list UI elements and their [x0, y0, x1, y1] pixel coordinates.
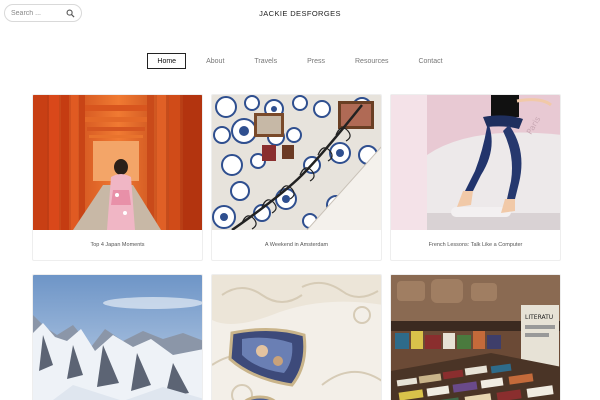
post-card[interactable]: A Weekend in Amsterdam [211, 94, 382, 261]
post-title[interactable]: A Weekend in Amsterdam [212, 230, 381, 260]
nav-item-travels[interactable]: Travels [244, 53, 287, 69]
post-card[interactable]: LITERATU [390, 274, 561, 400]
post-card[interactable]: Top 4 Japan Moments [32, 94, 203, 261]
post-card[interactable] [211, 274, 382, 400]
post-card[interactable]: Paris French Lessons: Talk Like a Comput… [390, 94, 561, 261]
nav-item-home[interactable]: Home [147, 53, 187, 69]
bookstall-books-photo[interactable]: LITERATU [391, 275, 561, 400]
nav-item-about[interactable]: About [196, 53, 234, 69]
ornate-ceiling-painting-photo[interactable] [212, 275, 382, 400]
svg-text:LITERATU: LITERATU [525, 314, 553, 321]
post-title[interactable]: Top 4 Japan Moments [33, 230, 202, 260]
nav-item-resources[interactable]: Resources [345, 53, 398, 69]
nav-item-press[interactable]: Press [297, 53, 335, 69]
site-title[interactable]: JACKIE DESFORGES [0, 9, 600, 18]
torii-gates-kimono-photo[interactable] [33, 95, 203, 230]
post-title[interactable]: French Lessons: Talk Like a Computer [391, 230, 560, 260]
main-nav: Home About Travels Press Resources Conta… [0, 53, 600, 69]
snowy-mountains-photo[interactable] [33, 275, 203, 400]
decorative-plates-staircase-photo[interactable] [212, 95, 382, 230]
jumping-woman-jeans-photo[interactable]: Paris [391, 95, 561, 230]
post-card[interactable] [32, 274, 203, 400]
nav-item-contact[interactable]: Contact [408, 53, 452, 69]
